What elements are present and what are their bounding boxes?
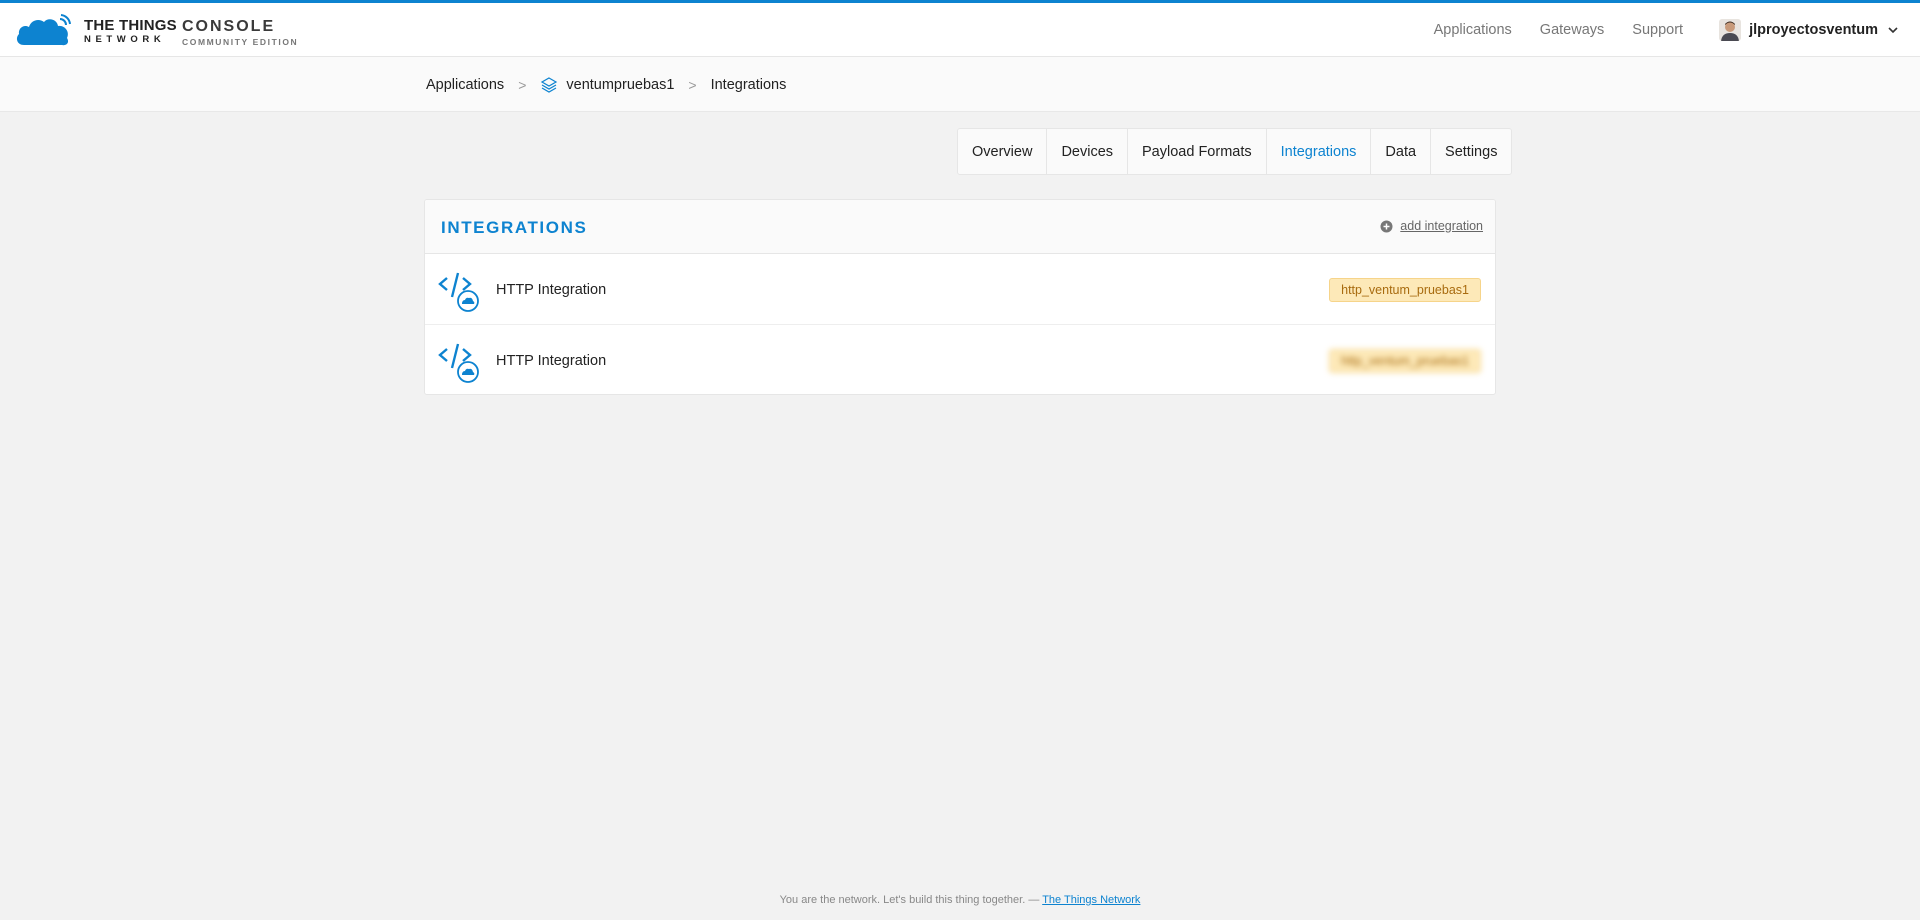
panel-header: INTEGRATIONS add integration [425, 200, 1495, 254]
top-nav: Applications Gateways Support jlproyecto… [1434, 3, 1920, 57]
console-title: CONSOLE COMMUNITY EDITION [182, 19, 298, 47]
integration-row[interactable]: HTTP Integration http_ventum_pruebas1 [425, 254, 1495, 325]
integration-id-badge-blurred: http_ventum_pruebas1 [1329, 349, 1481, 373]
nav-applications[interactable]: Applications [1434, 22, 1512, 38]
tab-data[interactable]: Data [1371, 129, 1432, 174]
console-main-text: CONSOLE [182, 18, 276, 35]
logo-main-text: THE THINGS [84, 16, 177, 34]
user-menu[interactable]: jlproyectosventum [1719, 19, 1898, 41]
http-integration-icon [438, 343, 479, 383]
layers-icon [541, 76, 558, 93]
panel-title: INTEGRATIONS [441, 218, 588, 237]
chevron-down-icon[interactable] [1888, 25, 1898, 35]
nav-support[interactable]: Support [1632, 22, 1683, 38]
ttn-cloud-icon [16, 14, 71, 46]
footer-ttn-link[interactable]: The Things Network [1042, 894, 1140, 906]
integration-name: HTTP Integration [496, 282, 607, 298]
nav-gateways[interactable]: Gateways [1540, 22, 1604, 38]
application-tabs: Overview Devices Payload Formats Integra… [957, 128, 1513, 175]
tab-payload-formats[interactable]: Payload Formats [1128, 129, 1267, 174]
footer-text: You are the network. Let's build this th… [779, 894, 1043, 906]
username: jlproyectosventum [1749, 22, 1878, 38]
integrations-panel: INTEGRATIONS add integration HTTP Integr… [424, 199, 1496, 395]
http-integration-icon [438, 272, 479, 312]
integration-id-badge: http_ventum_pruebas1 [1329, 278, 1481, 302]
top-navigation-bar: THE THINGS NETWORK CONSOLE COMMUNITY EDI… [0, 0, 1920, 57]
tab-integrations[interactable]: Integrations [1267, 129, 1372, 174]
breadcrumb-application[interactable]: ventumpruebas1 [566, 77, 674, 93]
console-edition-text: COMMUNITY EDITION [182, 37, 299, 47]
breadcrumb-separator: > [518, 76, 527, 93]
integration-row[interactable]: HTTP Integration http_ventum_pruebas1 [425, 325, 1495, 394]
add-integration-button[interactable]: add integration [1380, 219, 1483, 233]
tab-settings[interactable]: Settings [1431, 129, 1511, 174]
logo-sub-text: NETWORK [84, 33, 166, 45]
breadcrumb-applications[interactable]: Applications [426, 77, 504, 93]
breadcrumb: Applications > ventumpruebas1 > Integrat… [426, 57, 786, 112]
plus-circle-icon [1380, 220, 1393, 232]
breadcrumb-bar: Applications > ventumpruebas1 > Integrat… [0, 57, 1920, 112]
avatar [1719, 19, 1742, 41]
add-integration-label: add integration [1400, 219, 1483, 233]
footer: You are the network. Let's build this th… [0, 894, 1920, 906]
logo-text: THE THINGS NETWORK [84, 18, 177, 45]
user-avatar-icon [1719, 19, 1742, 41]
tab-devices[interactable]: Devices [1047, 129, 1129, 174]
breadcrumb-integrations: Integrations [710, 76, 787, 93]
integration-name: HTTP Integration [496, 353, 607, 369]
breadcrumb-separator: > [688, 76, 697, 93]
ttn-logo[interactable]: THE THINGS NETWORK [14, 13, 177, 49]
tab-overview[interactable]: Overview [958, 129, 1048, 174]
